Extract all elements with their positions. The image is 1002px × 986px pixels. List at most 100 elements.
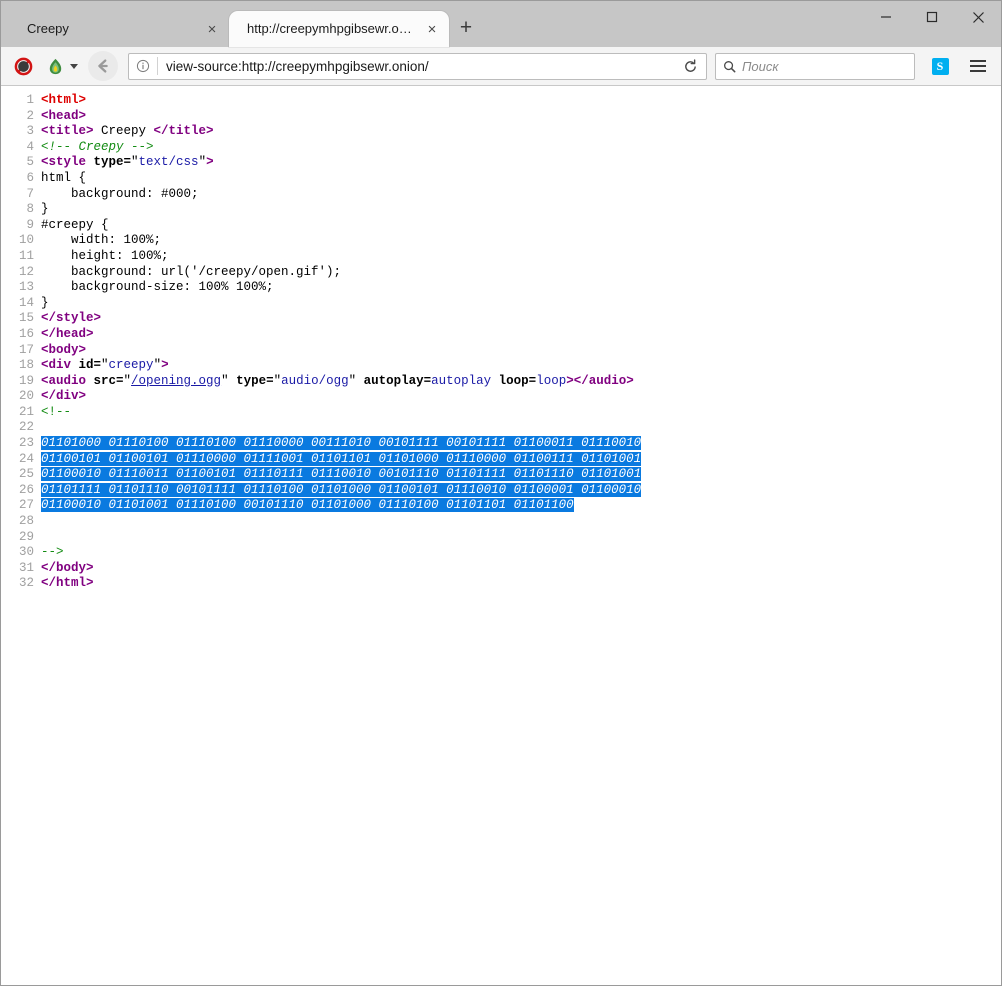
line-content[interactable]: height: 100%; xyxy=(41,249,1001,265)
line-number: 31 xyxy=(1,561,41,577)
code-token: #creepy { xyxy=(41,218,109,232)
address-input[interactable]: view-source:http://creepymhpgibsewr.onio… xyxy=(158,54,676,79)
code-token: } xyxy=(41,202,49,216)
line-number: 11 xyxy=(1,249,41,265)
code-line: 19<audio src="/opening.ogg" type="audio/… xyxy=(1,374,1001,390)
skype-button[interactable]: S xyxy=(925,51,955,81)
code-token: --> xyxy=(41,545,64,559)
code-line: 10 width: 100%; xyxy=(1,233,1001,249)
search-bar[interactable]: Поиск xyxy=(715,53,915,80)
code-token: src= xyxy=(86,374,124,388)
code-line: 11 height: 100%; xyxy=(1,249,1001,265)
page-info-icon[interactable] xyxy=(129,54,157,79)
code-token: <head> xyxy=(41,109,86,123)
line-content[interactable]: background: #000; xyxy=(41,187,1001,203)
selected-binary-text: 01100010 01110011 01100101 01110111 0111… xyxy=(41,467,641,481)
tab-creepy[interactable]: Creepy × xyxy=(9,11,229,47)
code-line: 20</div> xyxy=(1,389,1001,405)
chevron-down-icon xyxy=(70,64,78,69)
line-content[interactable]: <title> Creepy </title> xyxy=(41,124,1001,140)
line-content[interactable]: background: url('/creepy/open.gif'); xyxy=(41,265,1001,281)
line-content[interactable]: <!-- Creepy --> xyxy=(41,140,1001,156)
tor-onion-icon xyxy=(41,52,69,80)
selected-binary-text: 01101111 01101110 00101111 01110100 0110… xyxy=(41,483,641,497)
line-number: 26 xyxy=(1,483,41,499)
line-content[interactable]: </style> xyxy=(41,311,1001,327)
line-content[interactable]: </html> xyxy=(41,576,1001,592)
code-line: 9#creepy { xyxy=(1,218,1001,234)
code-token: /opening.ogg xyxy=(131,374,221,388)
tab-close-icon[interactable]: × xyxy=(201,18,223,40)
code-token: type= xyxy=(229,374,274,388)
line-content[interactable]: } xyxy=(41,296,1001,312)
code-token: <audio xyxy=(41,374,86,388)
code-token: <!-- Creepy --> xyxy=(41,140,154,154)
hamburger-menu-icon[interactable] xyxy=(963,51,993,81)
code-line: 12 background: url('/creepy/open.gif'); xyxy=(1,265,1001,281)
line-content[interactable]: #creepy { xyxy=(41,218,1001,234)
navigation-toolbar: view-source:http://creepymhpgibsewr.onio… xyxy=(1,47,1001,86)
line-content[interactable]: <body> xyxy=(41,343,1001,359)
reload-icon[interactable] xyxy=(676,53,704,80)
minimize-button[interactable] xyxy=(863,1,909,33)
code-token: " xyxy=(101,358,109,372)
line-content[interactable]: <head> xyxy=(41,109,1001,125)
line-number: 24 xyxy=(1,452,41,468)
code-line: 2701100010 01101001 01110100 00101110 01… xyxy=(1,498,1001,514)
line-content[interactable]: 01101111 01101110 00101111 01110100 0110… xyxy=(41,483,1001,499)
code-token: <!-- xyxy=(41,405,71,419)
code-token: </title> xyxy=(154,124,214,138)
line-content[interactable]: width: 100%; xyxy=(41,233,1001,249)
code-token: " xyxy=(154,358,162,372)
line-content[interactable]: 01101000 01110100 01110100 01110000 0011… xyxy=(41,436,1001,452)
line-content[interactable]: </div> xyxy=(41,389,1001,405)
search-icon xyxy=(716,54,742,79)
tab-view-source[interactable]: http://creepymhpgibsewr.oni... × xyxy=(229,11,449,47)
line-number: 25 xyxy=(1,467,41,483)
code-token: <div xyxy=(41,358,71,372)
line-content[interactable]: <audio src="/opening.ogg" type="audio/og… xyxy=(41,374,1001,390)
code-token: <style xyxy=(41,155,86,169)
tab-label: http://creepymhpgibsewr.oni... xyxy=(247,21,415,37)
source-code: 1<html>2<head>3<title> Creepy </title>4<… xyxy=(1,86,1001,592)
line-content[interactable]: <div id="creepy"> xyxy=(41,358,1001,374)
tor-onion-button[interactable] xyxy=(41,52,78,80)
code-token: </html> xyxy=(41,576,94,590)
new-tab-button[interactable]: + xyxy=(449,11,483,45)
code-token: id= xyxy=(71,358,101,372)
line-content[interactable]: background-size: 100% 100%; xyxy=(41,280,1001,296)
back-button[interactable] xyxy=(88,51,118,81)
line-content[interactable]: 01100101 01100101 01110000 01111001 0110… xyxy=(41,452,1001,468)
source-viewport[interactable]: 1<html>2<head>3<title> Creepy </title>4<… xyxy=(1,86,1001,985)
code-token: autoplay= xyxy=(356,374,431,388)
address-bar[interactable]: view-source:http://creepymhpgibsewr.onio… xyxy=(128,53,707,80)
search-input[interactable]: Поиск xyxy=(742,54,779,79)
code-line: 17<body> xyxy=(1,343,1001,359)
line-content[interactable]: html { xyxy=(41,171,1001,187)
code-token: text/css xyxy=(139,155,199,169)
line-content[interactable]: <!-- xyxy=(41,405,1001,421)
line-content[interactable]: <html> xyxy=(41,93,1001,109)
code-line: 28 xyxy=(1,514,1001,530)
line-number: 15 xyxy=(1,311,41,327)
browser-window: Creepy × http://creepymhpgibsewr.oni... … xyxy=(0,0,1002,986)
code-token: width: 100%; xyxy=(41,233,161,247)
line-content[interactable]: </body> xyxy=(41,561,1001,577)
line-content[interactable]: 01100010 01110011 01100101 01110111 0111… xyxy=(41,467,1001,483)
line-content[interactable]: 01100010 01101001 01110100 00101110 0110… xyxy=(41,498,1001,514)
line-content[interactable]: </head> xyxy=(41,327,1001,343)
menu-line xyxy=(970,65,986,67)
close-button[interactable] xyxy=(955,1,1001,33)
tab-strip: Creepy × http://creepymhpgibsewr.oni... … xyxy=(1,1,1001,47)
line-content[interactable]: <style type="text/css"> xyxy=(41,155,1001,171)
line-number: 22 xyxy=(1,420,41,436)
line-content[interactable]: --> xyxy=(41,545,1001,561)
line-content[interactable]: } xyxy=(41,202,1001,218)
code-token: " xyxy=(221,374,229,388)
tab-close-icon[interactable]: × xyxy=(421,18,443,40)
maximize-button[interactable] xyxy=(909,1,955,33)
line-number: 13 xyxy=(1,280,41,296)
code-token: </body> xyxy=(41,561,94,575)
noscript-icon[interactable] xyxy=(9,52,37,80)
window-controls xyxy=(863,1,1001,33)
